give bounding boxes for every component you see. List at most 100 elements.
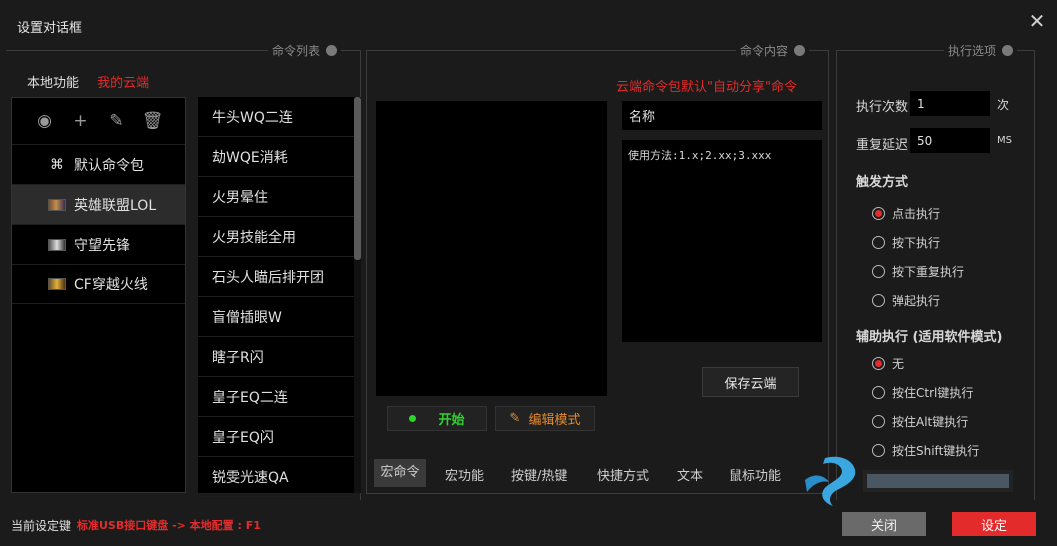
pack-item-default[interactable]: ⌘ 默认命令包 [12, 144, 185, 184]
dragon-logo [805, 456, 1013, 506]
radio-icon [872, 235, 885, 249]
eye-icon[interactable]: ◉ [34, 111, 56, 131]
tab-macro-function[interactable]: 宏功能 [445, 465, 484, 484]
radio-selected-icon [872, 206, 885, 220]
save-cloud-label: 保存云端 [724, 376, 777, 392]
close-icon[interactable]: ✕ [1026, 10, 1048, 32]
command-icon: ⌘ [50, 156, 64, 173]
usage-text: 使用方法:1.x;2.xx;3.xxx [628, 149, 772, 162]
list-item[interactable]: 牛头WQ二连 [198, 97, 355, 137]
radio-label: 无 [892, 356, 905, 371]
list-item[interactable]: 盲僧插眼W [198, 297, 355, 337]
edit-mode-button[interactable]: ✎ 编辑模式 [495, 406, 595, 431]
radio-label: 按下重复执行 [892, 264, 965, 279]
pack-toolbar: ◉ + ✎ 🗑 [12, 98, 185, 144]
scrollbar-thumb[interactable] [354, 97, 361, 260]
list-item[interactable]: 石头人瞄后排开团 [198, 257, 355, 297]
radio-alt[interactable]: 按住Alt键执行 [872, 411, 968, 431]
pack-item-cf[interactable]: CF穿越火线 [12, 264, 185, 304]
tab-macro-command[interactable]: 宏命令 [374, 459, 426, 487]
pack-item-lol[interactable]: 英雄联盟LOL [12, 184, 185, 224]
trash-icon[interactable]: 🗑 [142, 111, 164, 131]
list-item[interactable]: 瞎子R闪 [198, 337, 355, 377]
edit-icon[interactable]: ✎ [106, 111, 128, 131]
help-icon[interactable] [794, 45, 806, 56]
radio-label: 弹起执行 [892, 293, 941, 308]
trigger-title: 触发方式 [856, 175, 909, 190]
pack-label: 英雄联盟LOL [74, 197, 157, 214]
pack-label: CF穿越火线 [74, 277, 148, 293]
command-content-title: 命令内容 [740, 44, 789, 58]
list-item[interactable]: 皇子EQ二连 [198, 377, 355, 417]
exec-count-label: 执行次数 [856, 100, 909, 115]
radio-press-repeat[interactable]: 按下重复执行 [872, 261, 964, 281]
list-item[interactable]: 火男晕住 [198, 177, 355, 217]
pack-label: 守望先锋 [74, 237, 130, 254]
exec-count-unit: 次 [997, 98, 1010, 112]
exec-count-field[interactable]: 1 [910, 91, 990, 116]
command-content-legend: 命令内容 [736, 42, 810, 59]
confirm-button[interactable]: 设定 [952, 512, 1036, 536]
cloud-notice: 云端命令包默认"自动分享"命令 [616, 80, 797, 95]
pack-label: 默认命令包 [74, 157, 144, 174]
tab-local[interactable]: 本地功能 [27, 76, 79, 91]
macro-editor[interactable] [376, 101, 607, 396]
command-list-legend: 命令列表 [268, 42, 342, 59]
lol-thumb-icon [48, 198, 66, 211]
radio-label: 按住Ctrl键执行 [892, 385, 974, 400]
radio-icon [872, 293, 885, 307]
list-item[interactable]: 火男技能全用 [198, 217, 355, 257]
exec-options-title: 执行选项 [948, 44, 997, 58]
pencil-icon: ✎ [509, 411, 521, 426]
edit-mode-label: 编辑模式 [528, 413, 581, 428]
tab-shortcut[interactable]: 快捷方式 [597, 465, 649, 484]
usage-textarea[interactable]: 使用方法:1.x;2.xx;3.xxx [622, 140, 822, 342]
command-list-title: 命令列表 [272, 44, 321, 58]
ow-thumb-icon [48, 238, 66, 251]
repeat-delay-unit: MS [997, 135, 1012, 146]
confirm-label: 设定 [980, 518, 1007, 534]
radio-click[interactable]: 点击执行 [872, 203, 940, 223]
radio-ctrl[interactable]: 按住Ctrl键执行 [872, 382, 973, 402]
status-label: 当前设定键 [11, 519, 72, 533]
repeat-delay-label: 重复延迟 [856, 138, 909, 153]
radio-none[interactable]: 无 [872, 353, 904, 373]
radio-label: 点击执行 [892, 206, 941, 221]
radio-release[interactable]: 弹起执行 [872, 290, 940, 310]
list-item[interactable]: 劫WQE消耗 [198, 137, 355, 177]
radio-selected-icon [872, 356, 885, 370]
exec-options-legend: 执行选项 [944, 42, 1018, 59]
radio-icon [872, 414, 885, 428]
green-dot-icon [409, 415, 417, 422]
radio-icon [872, 264, 885, 278]
close-button[interactable]: 关闭 [842, 512, 926, 536]
cf-thumb-icon [48, 278, 66, 290]
help-icon[interactable] [1002, 45, 1014, 56]
start-label: 开始 [438, 413, 465, 428]
tab-key-hotkey[interactable]: 按键/热键 [511, 465, 567, 484]
tab-cloud[interactable]: 我的云端 [97, 76, 149, 91]
radio-icon [872, 385, 885, 399]
list-item[interactable]: 皇子EQ闪 [198, 417, 355, 457]
help-icon[interactable] [326, 45, 338, 56]
name-field[interactable]: 名称 [622, 101, 822, 130]
radio-label: 按住Alt键执行 [892, 414, 969, 429]
window-title: 设置对话框 [17, 21, 83, 36]
start-button[interactable]: 开始 [387, 406, 487, 431]
add-icon[interactable]: + [70, 111, 92, 131]
close-label: 关闭 [870, 518, 897, 534]
save-cloud-button[interactable]: 保存云端 [702, 367, 799, 397]
assist-title: 辅助执行 (适用软件模式) [856, 330, 1003, 345]
repeat-delay-field[interactable]: 50 [910, 128, 990, 153]
tab-text[interactable]: 文本 [677, 465, 703, 484]
list-item[interactable]: 锐雯光速QA [198, 457, 355, 497]
source-tabs: 本地功能 我的云端 [27, 72, 163, 91]
status-value: 标准USB接口键盘 -> 本地配置 : F1 [77, 519, 261, 532]
radio-press[interactable]: 按下执行 [872, 232, 940, 252]
command-list: 牛头WQ二连 劫WQE消耗 火男晕住 火男技能全用 石头人瞄后排开团 盲僧插眼W… [198, 97, 355, 497]
tab-mouse[interactable]: 鼠标功能 [729, 465, 781, 484]
pack-item-overwatch[interactable]: 守望先锋 [12, 224, 185, 264]
command-pack-list: ◉ + ✎ 🗑 ⌘ 默认命令包 英雄联盟LOL 守望先锋 CF穿越火线 [11, 97, 186, 493]
macro-tabs: 宏命令 宏功能 按键/热键 快捷方式 文本 鼠标功能 [374, 459, 824, 487]
radio-label: 按下执行 [892, 235, 941, 250]
